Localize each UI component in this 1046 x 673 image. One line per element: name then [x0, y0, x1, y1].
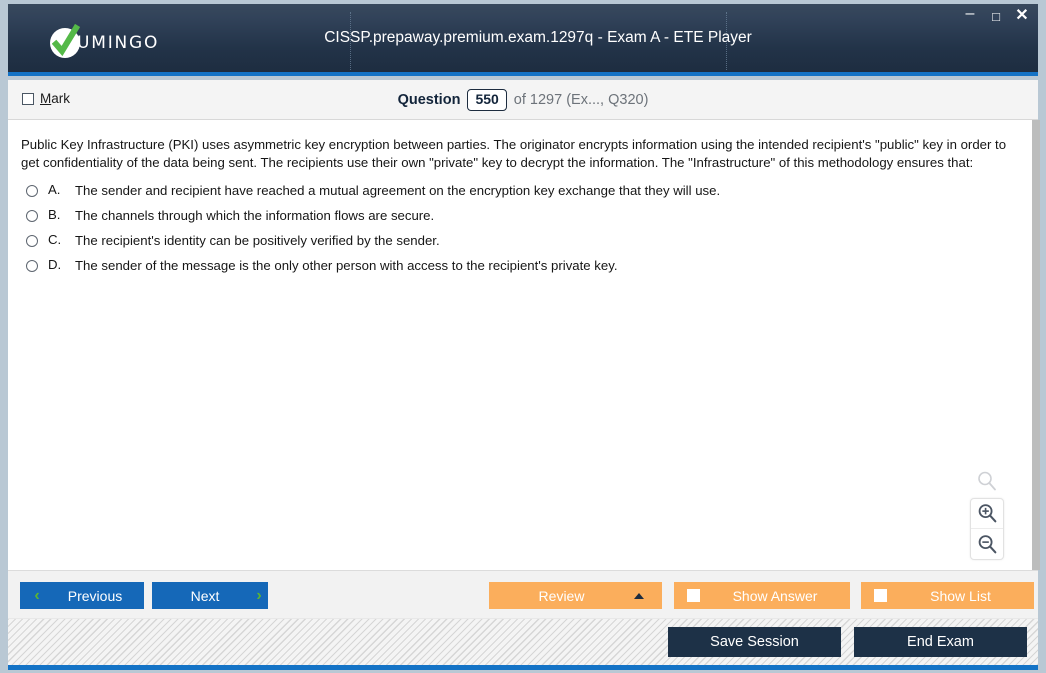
save-session-button[interactable]: Save Session — [668, 627, 841, 657]
bottom-accent-bar — [8, 665, 1038, 670]
option-letter-b: B. — [48, 207, 61, 222]
checkmark-icon — [52, 24, 81, 57]
previous-button[interactable]: ‹ Previous — [20, 582, 144, 609]
answer-option-c[interactable]: C. The recipient's identity can be posit… — [26, 232, 1006, 257]
question-word-label: Question — [397, 92, 461, 108]
magnifier-plus-glyph — [978, 504, 996, 523]
radio-icon-b[interactable] — [26, 210, 38, 222]
option-text-b: The channels through which the informati… — [75, 208, 435, 223]
show-list-button[interactable]: Show List — [861, 582, 1034, 609]
show-answer-button[interactable]: Show Answer — [674, 582, 850, 609]
review-button-label: Review — [538, 587, 585, 604]
radio-icon-c[interactable] — [26, 235, 38, 247]
show-answer-button-label: Show Answer — [732, 587, 818, 604]
next-button-label: Next — [190, 587, 220, 604]
magnifier-minus-glyph — [978, 534, 996, 553]
zoom-controls — [970, 466, 1004, 560]
option-letter-c: C. — [48, 232, 62, 247]
vumingo-logo: UMINGO — [50, 24, 160, 58]
option-letter-a: A. — [48, 182, 61, 197]
answer-option-b[interactable]: B. The channels through which the inform… — [26, 207, 1006, 232]
question-stem-text: Public Key Infrastructure (PKI) uses asy… — [21, 137, 1007, 170]
option-letter-d: D. — [48, 257, 62, 272]
window-title: CISSP.prepaway.premium.exam.1297q - Exam… — [324, 29, 752, 46]
navigation-toolbar: ‹ Previous Next › Review Show Answer Sho… — [8, 570, 1038, 618]
zoom-in-icon[interactable] — [971, 499, 1003, 529]
question-counter: Question 550 of 1297 (Ex..., Q320) — [8, 80, 1038, 120]
maximize-icon[interactable]: □ — [988, 8, 1004, 24]
close-icon[interactable]: ✕ — [1014, 8, 1030, 24]
review-button[interactable]: Review — [489, 582, 662, 609]
option-text-c: The recipient's identity can be positive… — [75, 233, 440, 248]
zoom-panel — [970, 498, 1004, 560]
chevron-right-icon: › — [256, 586, 262, 604]
question-status-bar: Mark Question 550 of 1297 (Ex..., Q320) — [8, 80, 1038, 120]
zoom-out-icon[interactable] — [971, 529, 1003, 559]
magnifier-glyph — [978, 471, 996, 491]
end-exam-button[interactable]: End Exam — [854, 627, 1027, 657]
show-list-button-label: Show List — [930, 587, 991, 604]
caret-up-icon — [634, 592, 644, 599]
answer-options-list: A. The sender and recipient have reached… — [26, 182, 1006, 282]
previous-button-label: Previous — [67, 587, 123, 604]
window-controls: – □ ✕ — [962, 6, 1030, 24]
answer-option-d[interactable]: D. The sender of the message is the only… — [26, 257, 1006, 282]
check-circle-icon — [50, 24, 81, 58]
session-footer: Save Session End Exam — [8, 618, 1038, 665]
answer-option-a[interactable]: A. The sender and recipient have reached… — [26, 182, 1006, 207]
show-answer-checkbox[interactable] — [687, 589, 700, 602]
minimize-icon[interactable]: – — [962, 6, 978, 24]
brand-text: UMINGO — [77, 33, 160, 53]
content-scrollbar-gutter[interactable] — [1032, 120, 1040, 570]
show-list-checkbox[interactable] — [874, 589, 887, 602]
ete-player-window: UMINGO CISSP.prepaway.premium.exam.1297q… — [0, 0, 1046, 673]
next-button[interactable]: Next › — [152, 582, 268, 609]
radio-icon-d[interactable] — [26, 260, 38, 272]
radio-icon-a[interactable] — [26, 185, 38, 197]
question-total-label: of 1297 (Ex..., Q320) — [513, 92, 649, 108]
chevron-left-icon: ‹ — [34, 586, 40, 604]
option-text-d: The sender of the message is the only ot… — [75, 258, 618, 273]
magnifier-icon[interactable] — [970, 466, 1004, 496]
question-content-panel: Public Key Infrastructure (PKI) uses asy… — [8, 120, 1032, 570]
question-number-input[interactable]: 550 — [467, 89, 507, 111]
option-text-a: The sender and recipient have reached a … — [75, 183, 721, 198]
title-bar: UMINGO CISSP.prepaway.premium.exam.1297q… — [8, 4, 1038, 76]
